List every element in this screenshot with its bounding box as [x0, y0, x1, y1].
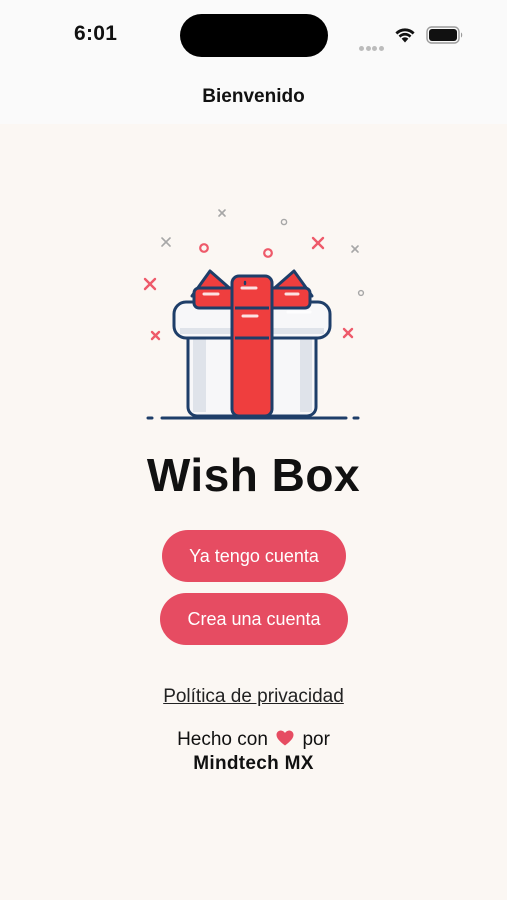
status-bar: 6:01	[0, 0, 507, 72]
dynamic-island	[180, 14, 328, 57]
company-name: Mindtech MX	[193, 753, 314, 774]
page-title: Bienvenido	[202, 86, 305, 107]
status-time: 6:01	[74, 22, 118, 45]
signal-icon	[359, 38, 387, 51]
credit-line: Hecho con por	[0, 729, 507, 751]
wifi-icon	[395, 28, 415, 43]
signup-button[interactable]: Crea una cuenta	[160, 593, 348, 645]
gift-box-icon	[143, 209, 365, 420]
privacy-policy-link[interactable]: Política de privacidad	[0, 686, 507, 708]
credit-suffix: por	[302, 729, 330, 750]
app-title: Wish Box	[146, 449, 361, 501]
login-button[interactable]: Ya tengo cuenta	[162, 530, 346, 582]
battery-icon	[426, 26, 463, 44]
navigation-bar: Bienvenido	[0, 72, 507, 124]
credit-prefix: Hecho con	[177, 729, 268, 750]
heart-icon	[276, 730, 294, 746]
